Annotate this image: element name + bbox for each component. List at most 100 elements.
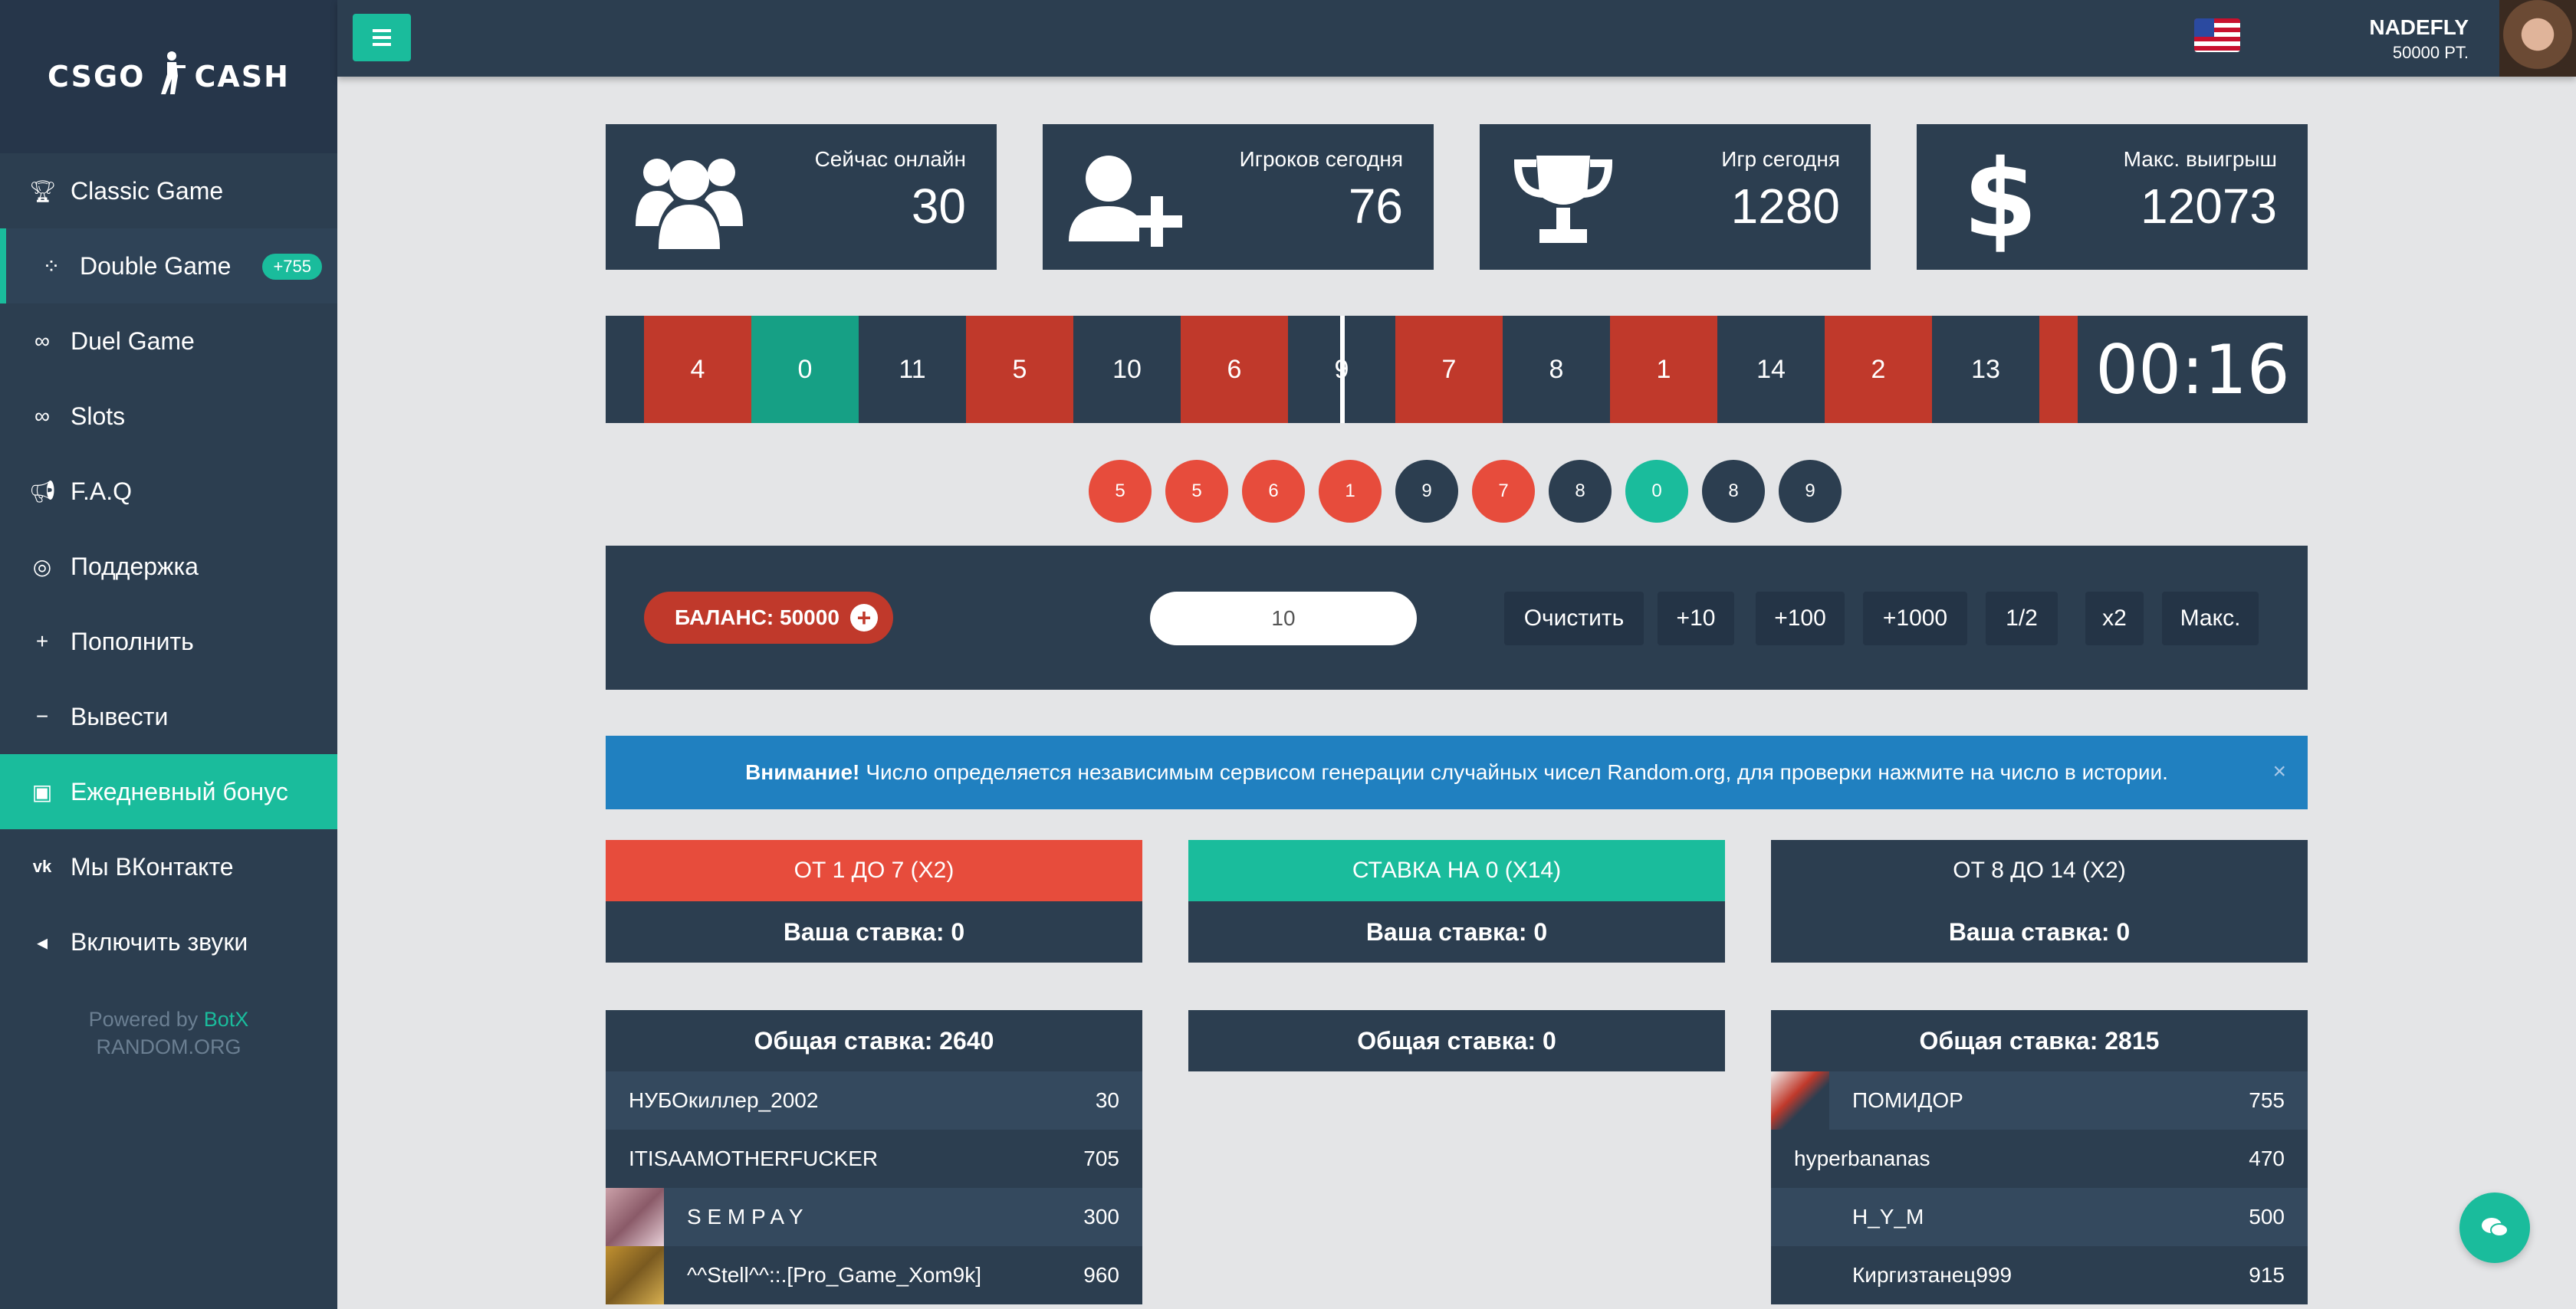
sidebar-item-label: Classic Game — [71, 176, 224, 205]
player-name: ПОМИДОР — [1852, 1088, 1963, 1112]
total-bet-label: Общая ставка: 2640 — [606, 1010, 1142, 1071]
user-plus-icon — [1069, 146, 1184, 253]
stat-card: Игроков сегодня 76 — [1043, 124, 1434, 270]
sidebar-item-поддержка[interactable]: ◎ Поддержка — [0, 529, 337, 604]
sidebar-item-classic-game[interactable]: 🏆︎ Classic Game — [0, 153, 337, 228]
sidebar-item-включить-звуки[interactable]: ◂ Включить звуки — [0, 904, 337, 979]
notice-banner: Внимание! Число определяется независимым… — [606, 736, 2308, 809]
quick-bet-button[interactable]: Макс. — [2162, 592, 2259, 645]
player-bet-value: 705 — [1083, 1147, 1119, 1170]
roulette-cell: 10 — [1073, 316, 1181, 423]
bet-option-button[interactable]: СТАВКА НА 0 (X14) — [1188, 840, 1725, 901]
vk-icon: vk — [32, 857, 52, 876]
stat-card: $ Макс. выигрыш 12073 — [1917, 124, 2308, 270]
list-item: ITISAAMOTHERFUCKER 705 — [606, 1130, 1142, 1188]
plus-icon: + — [35, 629, 49, 653]
svg-text:$: $ — [1966, 146, 2035, 253]
sidebar-item-f-a-q[interactable]: 📢︎ F.A.Q — [0, 454, 337, 529]
top-bar: NADEFLY 50000 PT. — [337, 0, 2576, 77]
quick-bet-button[interactable]: Очистить — [1504, 592, 1644, 645]
avatar[interactable] — [2499, 0, 2576, 77]
bet-option-button[interactable]: ОТ 8 ДО 14 (X2) — [1771, 840, 2308, 901]
chat-icon[interactable] — [2459, 1193, 2530, 1263]
quick-bet-button[interactable]: +1000 — [1863, 592, 1967, 645]
powered-by: Powered by BotX RANDOM.ORG — [0, 1006, 337, 1061]
username[interactable]: NADEFLY — [2369, 15, 2469, 40]
quick-bet-button[interactable]: 1/2 — [1986, 592, 2058, 645]
logo-text-right: CASH — [194, 60, 290, 94]
sidebar-item-label: Пополнить — [71, 627, 194, 655]
quick-bet-button[interactable]: x2 — [2085, 592, 2144, 645]
sidebar-item-мы-вконтакте[interactable]: vk Мы ВКонтакте — [0, 829, 337, 904]
site-logo[interactable]: CSGO CASH — [0, 0, 337, 153]
your-bet-label: Ваша ставка: 0 — [1771, 901, 2308, 963]
stat-label: Макс. выигрыш — [2123, 147, 2277, 171]
sidebar-item-label: Вывести — [71, 702, 169, 730]
list-item: hyperbananas 470 — [1771, 1130, 2308, 1188]
sidebar-item-label: Double Game — [80, 251, 232, 280]
roulette-cell: 0 — [751, 316, 859, 423]
sidebar-item-ежедневный-бонус[interactable]: ▣ Ежедневный бонус — [0, 754, 337, 829]
history-ball[interactable]: 9 — [1395, 460, 1458, 523]
minus-icon: − — [35, 704, 49, 728]
plus-circle-icon[interactable]: + — [849, 604, 878, 632]
sidebar-item-double-game[interactable]: ⁘ Double Game +755 — [0, 228, 337, 303]
player-avatar — [1771, 1188, 1829, 1246]
countdown-timer: 00:16 — [2078, 316, 2308, 423]
bet-column: ОТ 1 ДО 7 (X2) Ваша ставка: 0 Общая ставка… — [606, 840, 1142, 1304]
us-flag-icon[interactable] — [2194, 18, 2240, 52]
quick-bet-button[interactable]: +100 — [1756, 592, 1845, 645]
history-ball[interactable]: 5 — [1089, 460, 1152, 523]
stat-value: 12073 — [2141, 179, 2277, 234]
list-item: ПОМИДОР 755 — [1771, 1071, 2308, 1130]
sidebar-item-label: Мы ВКонтакте — [71, 852, 234, 881]
history-ball[interactable]: 7 — [1472, 460, 1535, 523]
balance-button[interactable]: БАЛАНС: 50000 + — [644, 592, 893, 644]
spinner-icon: ⁘ — [42, 254, 61, 278]
history-ball[interactable]: 0 — [1625, 460, 1688, 523]
player-avatar — [606, 1188, 664, 1246]
roulette-cell: 8 — [1503, 316, 1610, 423]
random-org-label: RANDOM.ORG — [96, 1035, 242, 1058]
menu-toggle-button[interactable] — [353, 14, 411, 61]
sidebar-item-label: F.A.Q — [71, 477, 133, 505]
balance-label: БАЛАНС: 50000 — [675, 605, 840, 629]
powered-brand-link[interactable]: BotX — [204, 1008, 249, 1031]
quick-bet-button[interactable]: +10 — [1658, 592, 1734, 645]
bet-column: ОТ 8 ДО 14 (X2) Ваша ставка: 0 Общая ставк… — [1771, 840, 2308, 1304]
history-ball[interactable]: 9 — [1779, 460, 1842, 523]
powered-prefix: Powered by — [88, 1008, 199, 1031]
player-avatar — [1771, 1246, 1829, 1304]
roulette-cell: 7 — [1395, 316, 1503, 423]
player-bet-value: 960 — [1083, 1263, 1119, 1287]
sidebar-item-label: Slots — [71, 402, 126, 430]
sidebar-item-вывести[interactable]: − Вывести — [0, 679, 337, 754]
stat-value: 1280 — [1730, 179, 1840, 234]
stat-label: Игроков сегодня — [1239, 147, 1403, 171]
history-ball[interactable]: 8 — [1549, 460, 1612, 523]
list-item: ^^Stell^^::.[Pro_Game_Xom9k] 960 — [606, 1246, 1142, 1304]
stat-label: Игр сегодня — [1721, 147, 1840, 171]
history-ball[interactable]: 1 — [1319, 460, 1382, 523]
bet-amount-input[interactable] — [1150, 592, 1417, 645]
link-icon: ∞ — [34, 404, 50, 428]
stat-label: Сейчас онлайн — [814, 147, 966, 171]
sidebar-item-пополнить[interactable]: + Пополнить — [0, 604, 337, 679]
player-name: ^^Stell^^::.[Pro_Game_Xom9k] — [687, 1263, 982, 1287]
history-ball[interactable]: 6 — [1242, 460, 1305, 523]
dollar-icon: $ — [1943, 146, 2058, 253]
history-ball[interactable]: 5 — [1165, 460, 1228, 523]
main-content: Сейчас онлайн 30 Игроков сегодня 76 Игр сего… — [337, 77, 2576, 1309]
bet-option-button[interactable]: ОТ 1 ДО 7 (X2) — [606, 840, 1142, 901]
gift-icon: ▣ — [31, 779, 53, 804]
bullhorn-icon: 📢︎ — [29, 479, 57, 504]
soldier-icon — [155, 50, 186, 104]
close-icon[interactable]: × — [2272, 759, 2286, 785]
sidebar-item-duel-game[interactable]: ∞ Duel Game — [0, 303, 337, 379]
roulette-cell: 5 — [966, 316, 1073, 423]
user-points: 50000 PT. — [2392, 43, 2469, 62]
player-name: НУБОкиллер_2002 — [629, 1088, 819, 1112]
history-ball[interactable]: 8 — [1702, 460, 1765, 523]
sidebar-item-slots[interactable]: ∞ Slots — [0, 379, 337, 454]
roulette-cell: 14 — [1717, 316, 1825, 423]
